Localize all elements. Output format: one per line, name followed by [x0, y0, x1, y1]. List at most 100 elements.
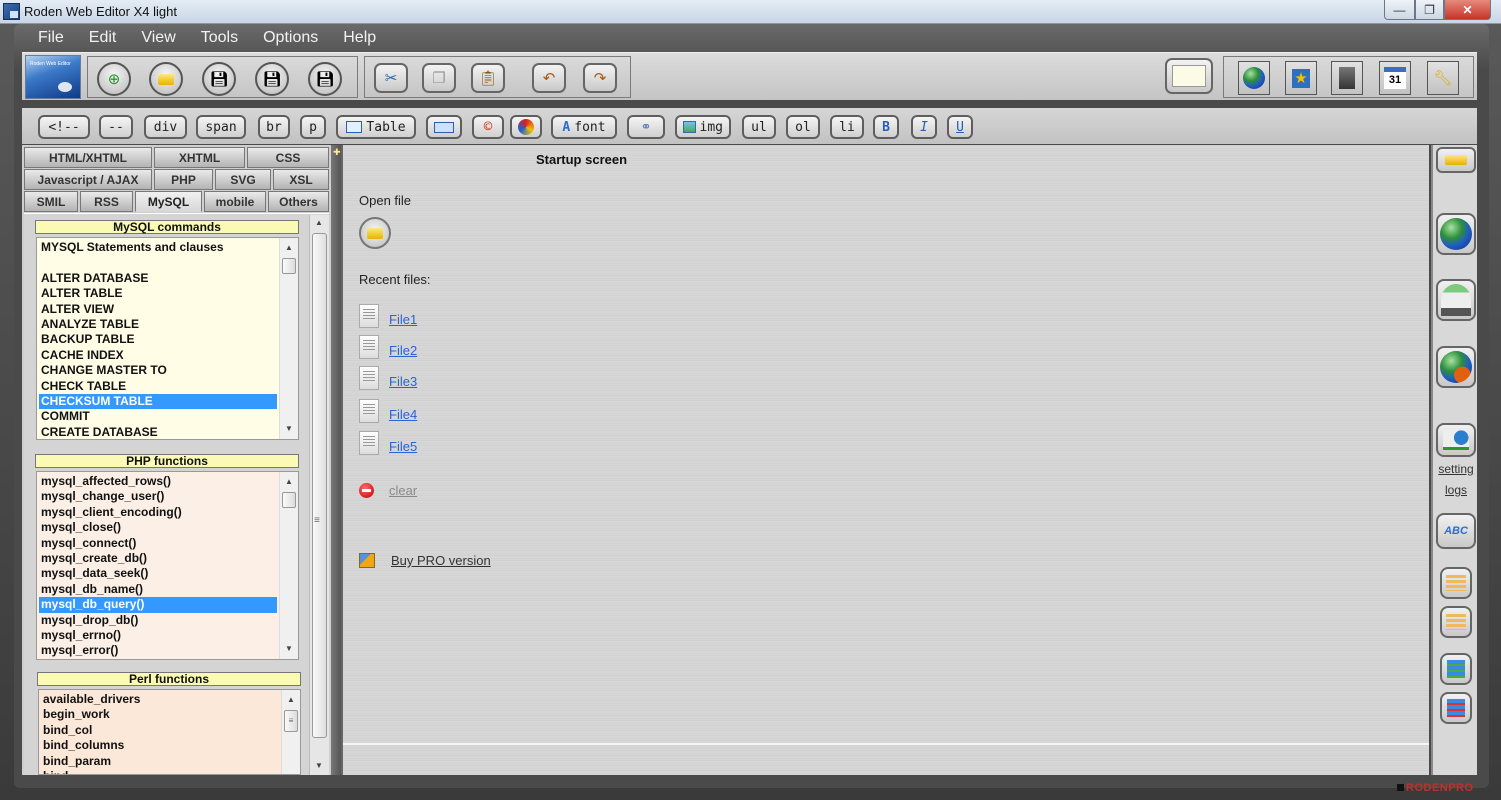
scroll-up-icon[interactable]: ▲ [282, 692, 300, 708]
italic-button[interactable]: I [911, 115, 937, 139]
list-item[interactable]: mysql_affected_rows() [39, 474, 277, 489]
buy-pro-row[interactable]: Buy PRO version [359, 553, 491, 568]
clear-recent-row[interactable]: clear [359, 483, 417, 498]
ul-tag-button[interactable]: ul [742, 115, 776, 139]
tab-php[interactable]: PHP [154, 169, 213, 190]
list-item[interactable]: mysql_connect() [39, 536, 277, 551]
preview-button[interactable] [1165, 58, 1213, 94]
tab-rss[interactable]: RSS [80, 191, 133, 212]
tab-xsl[interactable]: XSL [273, 169, 329, 190]
list-item[interactable] [39, 255, 277, 270]
scroll-thumb[interactable] [282, 258, 296, 274]
list-item[interactable]: ALTER DATABASE [39, 271, 277, 286]
scroll-up-icon[interactable]: ▲ [315, 218, 323, 227]
tab-xhtml[interactable]: XHTML [154, 147, 245, 168]
save-all-button[interactable]: 💾︎ [308, 62, 342, 96]
tab-mobile[interactable]: mobile [204, 191, 266, 212]
panel-scroll-thumb[interactable] [312, 233, 327, 738]
menu-options[interactable]: Options [249, 28, 329, 50]
dash-tag-button[interactable]: -- [99, 115, 133, 139]
cut-button[interactable]: ✂ [374, 63, 408, 93]
p-tag-button[interactable]: p [300, 115, 326, 139]
scroll-down-icon[interactable]: ▼ [315, 761, 323, 770]
spellcheck-button[interactable]: ABC [1436, 513, 1476, 549]
list-item[interactable]: CHECK TABLE [39, 379, 277, 394]
list-item[interactable]: CHECKSUM TABLE [39, 393, 277, 410]
pin-icon[interactable]: ✚ [333, 147, 341, 158]
recent-file-link[interactable]: File4 [389, 407, 417, 422]
li-tag-button[interactable]: li [830, 115, 864, 139]
undo-button[interactable]: ↶ [532, 63, 566, 93]
list-item[interactable]: COMMIT [39, 409, 277, 424]
list-item[interactable]: available_drivers [41, 692, 279, 707]
web-page-button[interactable] [1436, 279, 1476, 321]
open-folder-button[interactable] [1436, 147, 1476, 173]
recent-file-item[interactable]: File3 [359, 362, 417, 390]
list-item[interactable]: BACKUP TABLE [39, 332, 277, 347]
calendar-button[interactable]: 31 [1379, 61, 1411, 95]
list-item[interactable]: ALTER VIEW [39, 302, 277, 317]
tab-html-xhtml[interactable]: HTML/XHTML [24, 147, 152, 168]
copy-button[interactable]: ❐ [422, 63, 456, 93]
recent-file-item[interactable]: File1 [359, 300, 417, 328]
tab-svg[interactable]: SVG [215, 169, 271, 190]
menu-view[interactable]: View [127, 28, 186, 50]
color-picker-button[interactable] [510, 115, 542, 139]
minimize-button[interactable]: — [1384, 0, 1415, 20]
span-tag-button[interactable]: span [196, 115, 246, 139]
open-file-button[interactable] [149, 62, 183, 96]
favorites-button[interactable]: ★ [1285, 61, 1317, 95]
close-button[interactable]: ✕ [1444, 0, 1491, 20]
list-item[interactable]: mysql_create_db() [39, 551, 277, 566]
copyright-button[interactable]: © [472, 115, 504, 139]
tab-smil[interactable]: SMIL [24, 191, 78, 212]
table-cells-button[interactable] [426, 115, 462, 139]
logs-link[interactable]: logs [1433, 483, 1479, 497]
db-add-button[interactable] [1440, 653, 1472, 685]
tab-mysql[interactable]: MySQL [135, 191, 202, 212]
new-file-button[interactable]: ⊕ [97, 62, 131, 96]
scroll-thumb[interactable]: ≡ [284, 710, 298, 732]
recent-file-item[interactable]: File2 [359, 331, 417, 359]
list-item[interactable]: ANALYZE TABLE [39, 317, 277, 332]
list-item[interactable]: mysql_change_user() [39, 489, 277, 504]
recent-file-item[interactable]: File5 [359, 427, 417, 455]
list-item[interactable]: CACHE INDEX [39, 348, 277, 363]
redo-button[interactable]: ↷ [583, 63, 617, 93]
save-button[interactable]: 💾︎ [202, 62, 236, 96]
browser-preview-button[interactable] [1436, 213, 1476, 255]
multi-browser-button[interactable] [1436, 346, 1476, 388]
perl-list-scrollbar[interactable]: ▲ ≡ [281, 690, 300, 774]
menu-help[interactable]: Help [329, 28, 387, 50]
paste-button[interactable]: 📋︎ [471, 63, 505, 93]
scroll-up-icon[interactable]: ▲ [280, 240, 298, 256]
list-item[interactable]: CREATE DATABASE [39, 425, 277, 439]
comment-tag-button[interactable]: <!-- [38, 115, 90, 139]
scroll-thumb[interactable] [282, 492, 296, 508]
open-file-button[interactable] [359, 217, 391, 249]
tab-others[interactable]: Others [268, 191, 329, 212]
scroll-up-icon[interactable]: ▲ [280, 474, 298, 490]
calculator-button[interactable] [1331, 61, 1363, 95]
table-tag-button[interactable]: Table [336, 115, 416, 139]
list-add-button[interactable] [1440, 567, 1472, 599]
ol-tag-button[interactable]: ol [786, 115, 820, 139]
list-item[interactable]: mysql_drop_db() [39, 613, 277, 628]
list-item[interactable]: CHANGE MASTER TO [39, 363, 277, 378]
settings-logs-button[interactable] [1436, 423, 1476, 457]
scroll-down-icon[interactable]: ▼ [280, 421, 298, 437]
underline-button[interactable]: U [947, 115, 973, 139]
recent-file-link[interactable]: File1 [389, 312, 417, 327]
list-item[interactable]: mysql_errno() [39, 628, 277, 643]
panel-splitter[interactable]: ✚ [331, 145, 341, 775]
list-item[interactable]: begin_work [41, 707, 279, 722]
menu-tools[interactable]: Tools [187, 28, 249, 50]
mysql-list-scrollbar[interactable]: ▲ ▼ [279, 238, 298, 439]
list-item[interactable]: bind_param [41, 754, 279, 769]
list-item[interactable]: mysql_error() [39, 643, 277, 658]
recent-file-link[interactable]: File5 [389, 439, 417, 454]
maximize-button[interactable]: ❐ [1415, 0, 1444, 20]
mysql-commands-list[interactable]: MYSQL Statements and clauses ALTER DATABA… [36, 237, 299, 440]
panel-scrollbar[interactable]: ▲ ≡ ▼ [309, 215, 329, 775]
font-tag-button[interactable]: Afont [551, 115, 617, 139]
